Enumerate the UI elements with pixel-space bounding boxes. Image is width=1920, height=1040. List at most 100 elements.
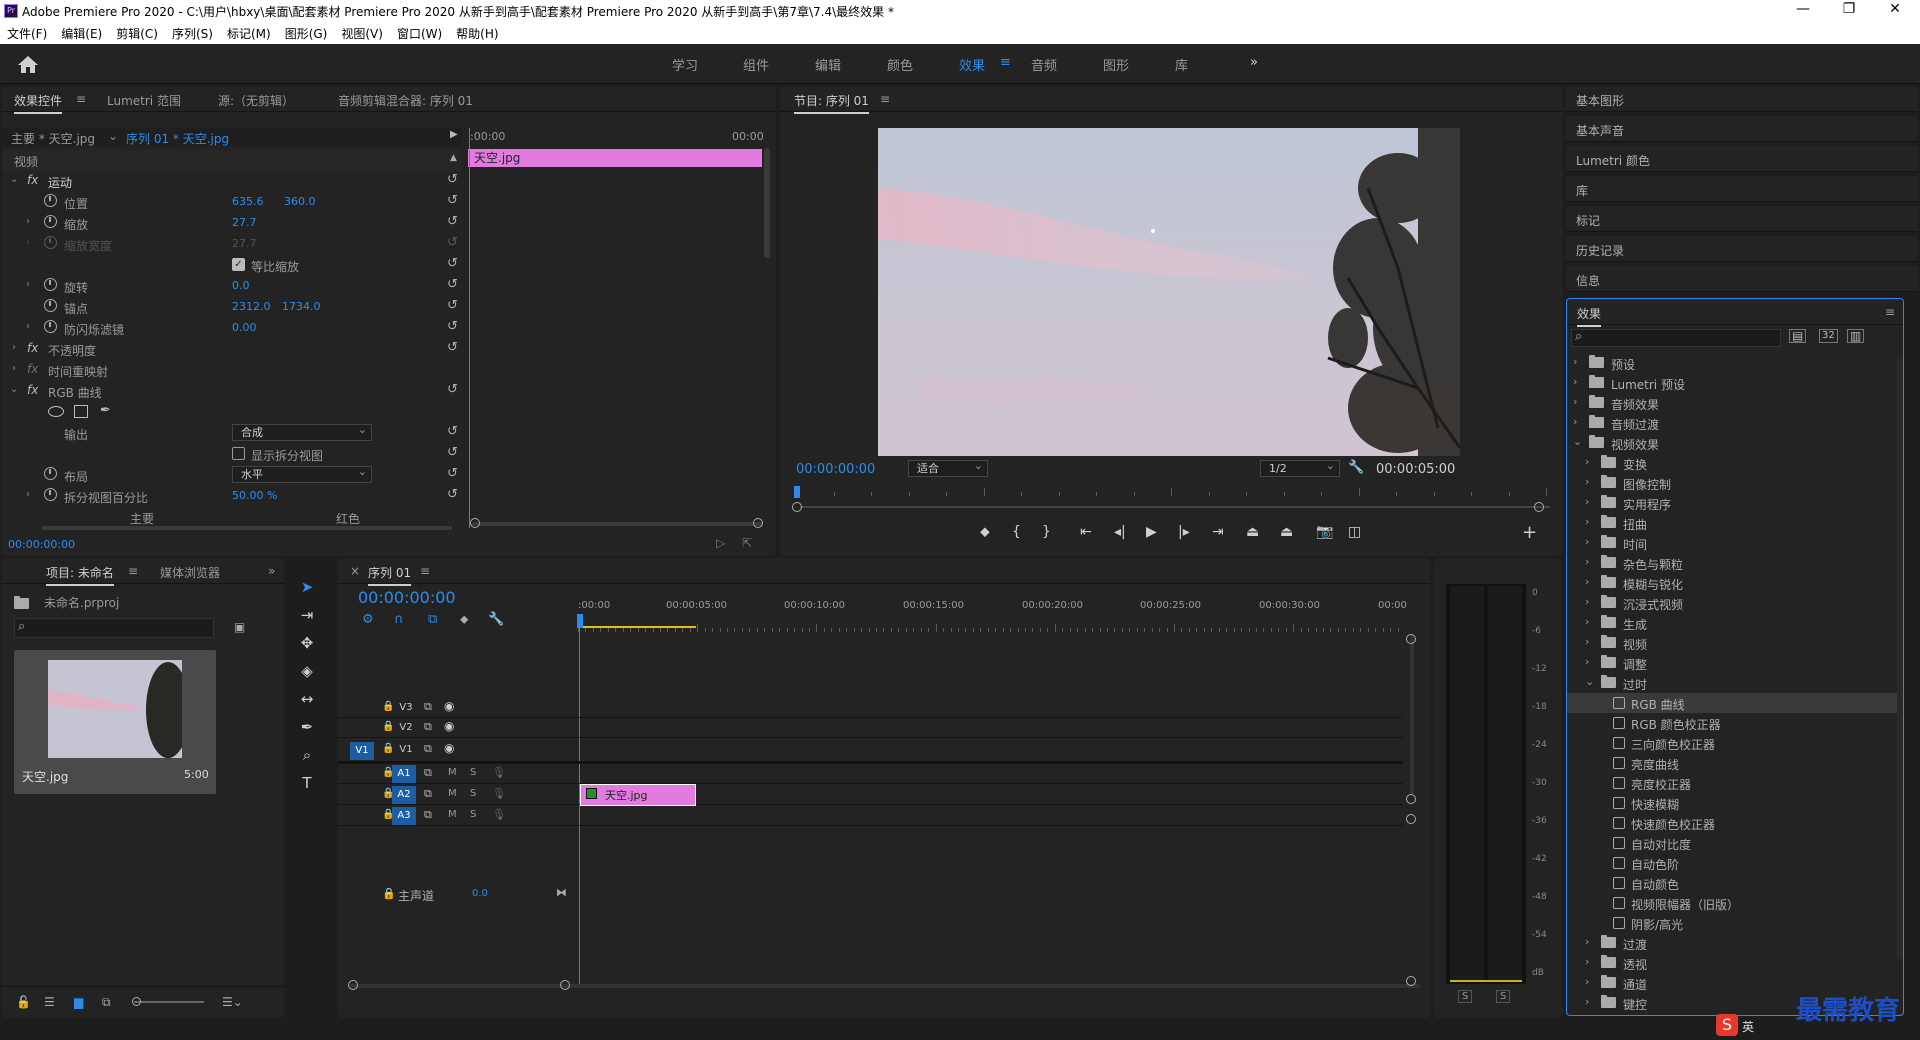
sync-lock-icon[interactable]: ⧉	[424, 787, 432, 801]
uniform-scale-checkbox[interactable]: ✓	[232, 258, 245, 271]
chevron-down-icon[interactable]: ⌄	[1573, 435, 1582, 448]
effect-item[interactable]: 三向颜色校正器	[1567, 733, 1903, 753]
chevron-right-icon[interactable]: ›	[26, 216, 30, 227]
reset-icon[interactable]: ↺	[447, 341, 461, 355]
ec-playhead[interactable]	[469, 128, 470, 528]
effect-item[interactable]: 阴影/高光	[1567, 913, 1903, 933]
effect-motion[interactable]: ⌄ fx 运动 ↺	[2, 171, 462, 192]
sequence-clip-label[interactable]: 序列 01 * 天空.jpg	[126, 130, 229, 147]
lock-icon[interactable]: 🔒	[382, 887, 396, 900]
output-dropdown[interactable]: 合成	[232, 422, 372, 441]
master-volume-value[interactable]: 0.0	[472, 888, 488, 899]
slip-tool-icon[interactable]: ↔	[296, 688, 318, 710]
reset-icon[interactable]: ↺	[447, 467, 461, 481]
work-area-bar[interactable]	[578, 626, 696, 628]
timeline-timecode[interactable]: 00:00:00:00	[358, 588, 456, 607]
chevron-right-icon[interactable]: ›	[26, 321, 30, 332]
chevron-right-icon[interactable]: ›	[1573, 415, 1577, 428]
effects-subfolder[interactable]: › 扭曲	[1567, 513, 1903, 533]
menu-window[interactable]: 窗口(W)	[390, 22, 449, 44]
extract-icon[interactable]: ⏏	[1280, 524, 1293, 540]
chevron-right-icon[interactable]: ›	[1585, 955, 1589, 968]
vscroll-handle[interactable]	[1406, 976, 1416, 986]
reset-icon[interactable]: ↺	[447, 257, 461, 271]
split-percent-value[interactable]: 50.00 %	[232, 489, 277, 502]
menu-sequence[interactable]: 序列(S)	[165, 22, 220, 44]
effects-subfolder[interactable]: › 图像控制	[1567, 473, 1903, 493]
workspace-tab-audio[interactable]: 音频	[1031, 55, 1057, 74]
menu-file[interactable]: 文件(F)	[0, 22, 54, 44]
chevron-down-icon[interactable]: ⌄	[10, 384, 18, 395]
home-icon[interactable]	[16, 54, 40, 74]
split-view-checkbox[interactable]	[232, 447, 245, 460]
ec-hscroll[interactable]	[42, 526, 452, 530]
panel-history[interactable]: 历史记录	[1566, 236, 1918, 262]
microphone-icon[interactable]: 🎙	[492, 787, 506, 800]
sync-lock-icon[interactable]: ⧉	[424, 766, 432, 780]
effects-folder[interactable]: › 音频过渡	[1567, 413, 1903, 433]
workspace-tab-assembly[interactable]: 组件	[743, 55, 769, 74]
timeline-ruler[interactable]: :00:00 00:00:05:00 00:00:10:00 00:00:15:…	[578, 598, 1407, 632]
vscroll-handle[interactable]	[1406, 634, 1416, 644]
effects-subfolder[interactable]: › 过渡	[1567, 933, 1903, 953]
panel-menu-icon[interactable]: ≡	[128, 564, 138, 578]
pen-mask-icon[interactable]: ✒	[100, 403, 111, 418]
chevron-right-icon[interactable]: ›	[1585, 995, 1589, 1008]
yuv-effects-icon[interactable]: ▥	[1847, 329, 1865, 343]
freeform-view-icon[interactable]: ⧉	[102, 995, 111, 1010]
stopwatch-icon[interactable]	[44, 278, 57, 291]
mute-button[interactable]: M	[448, 809, 457, 820]
chevron-right-icon[interactable]: ›	[1585, 555, 1589, 568]
effect-item[interactable]: RGB 曲线	[1567, 693, 1903, 713]
effects-folder[interactable]: ⌄ 视频效果	[1567, 433, 1903, 453]
eye-icon[interactable]: ◉	[444, 699, 454, 713]
list-view-icon[interactable]: ☰	[44, 995, 55, 1009]
effects-title[interactable]: 效果	[1577, 305, 1602, 327]
zoom-tool-icon[interactable]: ⌕	[296, 744, 318, 766]
tab-audio-clip-mixer[interactable]: 音频剪辑混合器: 序列 01	[338, 92, 473, 109]
eye-icon[interactable]: ◉	[444, 719, 454, 733]
reset-icon[interactable]: ↺	[447, 320, 461, 334]
ec-zoom-handle-right[interactable]	[753, 518, 763, 528]
workspace-tab-effects[interactable]: 效果	[959, 55, 985, 74]
workspace-tab-graphics[interactable]: 图形	[1103, 55, 1129, 74]
position-x-value[interactable]: 635.6	[232, 195, 264, 208]
position-y-value[interactable]: 360.0	[284, 195, 316, 208]
thumb-size-slider[interactable]	[134, 1001, 204, 1003]
effects-subfolder[interactable]: › 生成	[1567, 613, 1903, 633]
workspace-tab-learn[interactable]: 学习	[672, 55, 698, 74]
microphone-icon[interactable]: 🎙	[492, 766, 506, 779]
source-patch-v1[interactable]: V1	[350, 742, 374, 760]
chevron-down-icon[interactable]: ⌄	[1585, 675, 1594, 688]
add-marker-icon[interactable]: ⬥	[980, 524, 990, 540]
menu-clip[interactable]: 剪辑(C)	[109, 22, 165, 44]
workspace-more-button[interactable]: »	[1250, 55, 1258, 70]
go-to-in-icon[interactable]: ⇤	[1080, 524, 1092, 540]
panel-menu-icon[interactable]: ≡	[1885, 305, 1895, 319]
track-label-a3[interactable]: A3	[392, 807, 416, 825]
chevron-right-icon[interactable]: ›	[26, 279, 30, 290]
stopwatch-icon[interactable]	[44, 299, 57, 312]
effects-search-input[interactable]	[1571, 329, 1781, 347]
panel-menu-icon[interactable]: ≡	[76, 92, 86, 106]
tl-zoom-handle-right[interactable]	[560, 980, 570, 990]
flicker-value[interactable]: 0.00	[232, 321, 257, 334]
wrench-icon[interactable]: 🔧	[1348, 460, 1364, 475]
track-label-a1[interactable]: A1	[392, 765, 416, 783]
ellipse-mask-icon[interactable]	[48, 406, 64, 417]
fx-icon[interactable]: fx	[27, 341, 38, 355]
sort-icon[interactable]: ☰⌄	[222, 995, 243, 1009]
program-title[interactable]: 节目: 序列 01	[794, 92, 869, 114]
panel-lumetri-color[interactable]: Lumetri 颜色	[1566, 146, 1918, 172]
tab-effect-controls[interactable]: 效果控件	[14, 92, 63, 114]
eye-icon[interactable]: ◉	[444, 741, 454, 755]
panel-essential-sound[interactable]: 基本声音	[1566, 116, 1918, 142]
tl-zoom-handle-left[interactable]	[348, 980, 358, 990]
go-to-out-icon[interactable]: ⇥	[1212, 524, 1224, 540]
chevron-right-icon[interactable]: ›	[1585, 535, 1589, 548]
effect-item[interactable]: RGB 颜色校正器	[1567, 713, 1903, 733]
solo-button[interactable]: S	[470, 809, 476, 820]
track-label-v3[interactable]: V3	[394, 699, 418, 717]
menu-view[interactable]: 视图(V)	[334, 22, 390, 44]
menu-edit[interactable]: 编辑(E)	[54, 22, 109, 44]
